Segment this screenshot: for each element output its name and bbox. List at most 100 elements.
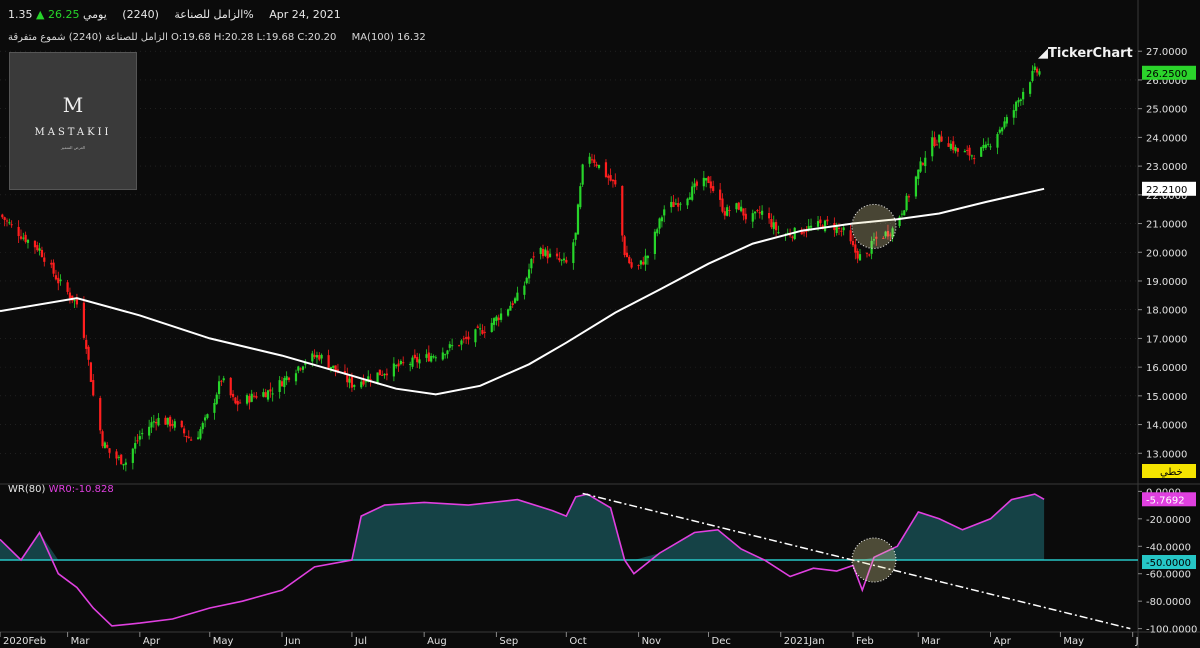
- candle-body: [532, 256, 535, 258]
- candle-body: [173, 421, 176, 428]
- candle-body: [837, 227, 841, 229]
- candle-body: [728, 209, 731, 211]
- candle-body: [238, 402, 242, 404]
- candle-body: [353, 384, 356, 387]
- candle-body: [432, 356, 435, 358]
- ma-value: 16.32: [397, 32, 426, 43]
- candle-body: [555, 253, 559, 257]
- candle-body: [467, 336, 470, 340]
- candle-body: [19, 236, 23, 239]
- candle-body: [269, 389, 272, 392]
- candle-body: [360, 381, 363, 388]
- x-tick-label: Nov: [642, 636, 662, 647]
- candle-body: [562, 258, 566, 261]
- candle-body: [709, 181, 712, 189]
- candle-body: [250, 393, 253, 402]
- candle-body: [653, 231, 656, 254]
- candle-body: [364, 381, 368, 383]
- candle-body: [791, 236, 794, 238]
- open-value: O:19.68: [171, 32, 211, 43]
- wr-highlight-circle: [851, 537, 897, 583]
- candle-body: [511, 303, 514, 306]
- candle-body: [1036, 68, 1039, 73]
- candle-body: [271, 393, 274, 395]
- candle-body: [166, 417, 169, 425]
- candle-body: [164, 417, 167, 425]
- candle-body: [441, 352, 444, 360]
- candle-body: [1, 214, 4, 218]
- candle-body: [590, 159, 594, 161]
- candle-body: [73, 300, 76, 302]
- candle-body: [595, 164, 598, 166]
- candle-body: [101, 431, 104, 447]
- candle-body: [840, 230, 843, 232]
- candle-body: [672, 201, 675, 207]
- candle-body: [3, 217, 6, 220]
- candle-body: [819, 219, 822, 224]
- ohlc-title: الزامل للصناعة (2240) شموع متفرقة: [8, 32, 168, 43]
- candle-body: [22, 237, 25, 239]
- price-tick-label: 23.0000: [1146, 162, 1187, 173]
- candle-body: [809, 225, 813, 228]
- candle-body: [823, 220, 827, 232]
- candle-body: [187, 436, 190, 438]
- candle-body: [611, 179, 615, 182]
- candle-body: [609, 175, 612, 181]
- candle-body: [203, 417, 207, 421]
- candle-body: [737, 202, 740, 210]
- candle-body: [318, 355, 321, 360]
- candle-body: [740, 206, 743, 212]
- candle-body: [385, 373, 388, 376]
- candle-body: [99, 398, 102, 431]
- candle-body: [199, 429, 202, 439]
- candle-body: [607, 175, 610, 178]
- candle-body: [285, 376, 288, 381]
- candle-body: [702, 177, 705, 187]
- period-label[interactable]: يومي: [83, 8, 107, 21]
- candle-body: [931, 137, 934, 157]
- candle-body: [17, 226, 20, 237]
- candle-body: [735, 203, 738, 210]
- price-value: 26.25: [47, 8, 80, 21]
- x-tick-label: Dec: [712, 636, 731, 647]
- x-tick-label: Aug: [427, 636, 447, 647]
- candle-body: [574, 232, 577, 240]
- chart-canvas[interactable]: 27.000026.000025.000024.000023.000022.00…: [0, 0, 1200, 648]
- candle-body: [350, 376, 354, 388]
- candle-body: [854, 244, 857, 253]
- x-tick-label: J: [1135, 636, 1139, 647]
- x-tick-label: Mar: [71, 636, 91, 647]
- close-value: C:20.20: [297, 32, 337, 43]
- candle-body: [381, 374, 384, 376]
- candle-body: [40, 249, 44, 257]
- candle-body: [588, 156, 591, 164]
- candle-body: [996, 134, 999, 148]
- candle-body: [262, 392, 265, 397]
- candle-body: [576, 204, 580, 235]
- candle-body: [152, 421, 155, 423]
- candle-body: [287, 377, 291, 380]
- candle-body: [297, 366, 300, 371]
- x-tick-label: 2021Jan: [784, 636, 825, 647]
- candle-body: [52, 262, 55, 274]
- wr-tick-label: -60.0000: [1146, 570, 1191, 581]
- candle-body: [963, 151, 966, 153]
- candle-body: [57, 277, 60, 284]
- price-tick-label: 13.0000: [1146, 449, 1187, 460]
- candle-body: [294, 373, 298, 382]
- candle-body: [180, 420, 183, 428]
- candle-body: [1022, 91, 1025, 100]
- candle-body: [87, 346, 90, 360]
- candle-body: [8, 222, 11, 224]
- candle-body: [222, 378, 225, 381]
- candle-body: [516, 292, 519, 301]
- x-tick-label: Mar: [921, 636, 941, 647]
- candle-body: [660, 217, 663, 222]
- candle-body: [82, 302, 86, 338]
- candle-body: [604, 162, 608, 178]
- candle-body: [970, 155, 973, 157]
- candle-body: [693, 183, 696, 188]
- candle-body: [124, 462, 127, 465]
- candle-body: [756, 210, 759, 212]
- candle-body: [117, 456, 120, 458]
